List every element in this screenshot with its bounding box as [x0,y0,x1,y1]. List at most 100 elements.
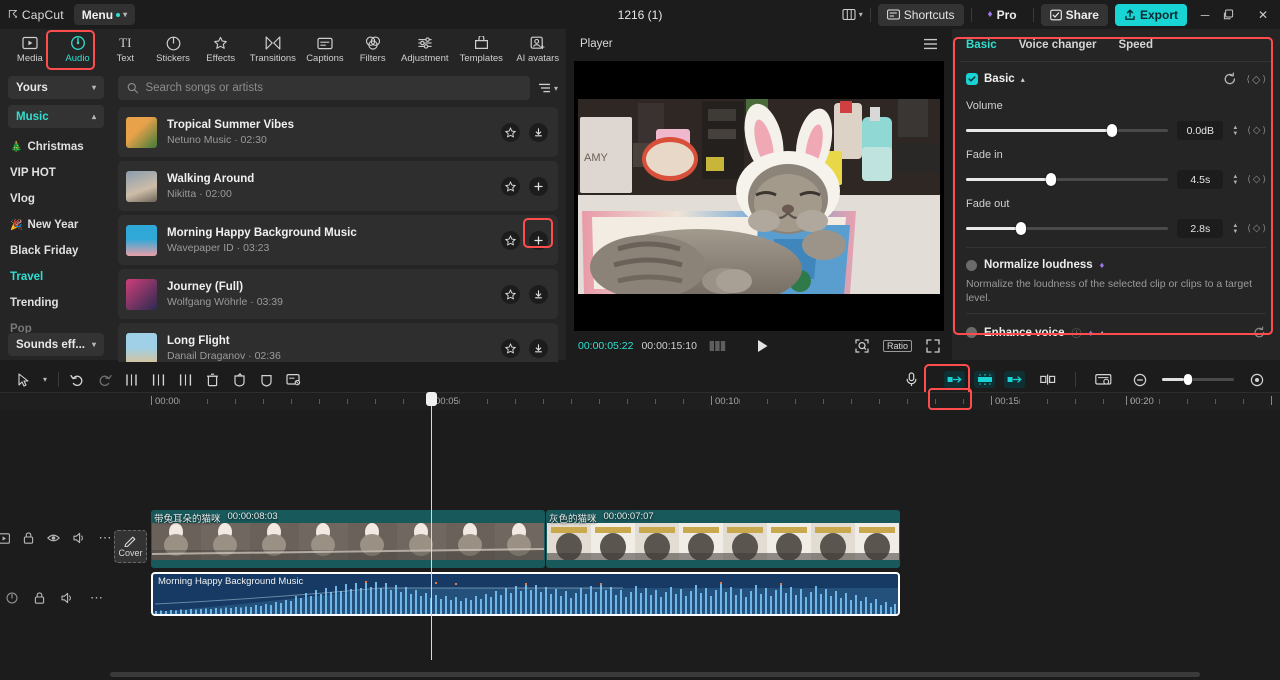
favorite-button[interactable] [501,122,520,142]
chevron-up-icon[interactable]: ▴ [1100,328,1104,337]
download-button[interactable] [529,338,548,358]
download-button[interactable] [529,284,548,304]
minimize-button[interactable]: ─ [1194,8,1216,22]
slider-thumb[interactable] [1106,124,1117,137]
close-button[interactable]: ✕ [1252,8,1274,22]
category-item-christmas[interactable]: 🎄 Christmas [8,134,104,160]
nav-item-stickers[interactable]: Stickers [149,30,197,69]
playhead-handle[interactable] [426,392,437,406]
category-item-new-year[interactable]: 🎉 New Year [8,212,104,238]
keyframe-controls[interactable]: ⟨ ◇ ⟩ [1247,73,1267,86]
crop-button[interactable] [280,366,307,393]
filter-button[interactable]: ▾ [538,82,558,94]
fade-out-stepper[interactable]: ▲ ▼ [1232,223,1238,235]
more-icon[interactable]: ⋯ [99,530,113,546]
fade-in-value[interactable]: 4.5s [1177,170,1224,189]
category-sound-effects-dropdown[interactable]: Sounds eff... ▾ [8,333,104,356]
trim-left-button[interactable] [145,366,172,393]
mute-icon[interactable] [72,532,86,544]
shortcuts-button[interactable]: Shortcuts [877,3,964,26]
category-item-travel[interactable]: Travel [8,264,104,290]
share-button[interactable]: Share [1040,3,1108,26]
menu-button[interactable]: Menu ▾ [73,4,136,25]
audio-track-icon[interactable] [6,592,18,604]
eye-icon[interactable] [46,533,60,543]
category-item-trending[interactable]: Trending [8,290,104,316]
category-music-dropdown[interactable]: Music ▴ [8,105,104,128]
trim-right-button[interactable] [172,366,199,393]
fade-in-keyframe-controls[interactable]: ⟨ ◇ ⟩ [1247,174,1266,185]
list-item[interactable]: Morning Happy Background Music Wavepaper… [118,215,558,265]
enhance-voice-row[interactable]: Enhance voice ⓘ ♦ ▴ [966,325,1266,340]
select-tool-dropdown[interactable]: ▾ [37,366,53,393]
fade-in-stepper[interactable]: ▲ ▼ [1232,174,1238,186]
fade-in-slider[interactable] [966,173,1169,186]
enhance-toggle[interactable] [966,327,977,339]
split-marker-button[interactable] [1034,366,1061,393]
normalize-toggle[interactable] [966,259,977,271]
select-tool-button[interactable] [10,366,37,393]
split-button[interactable] [118,366,145,393]
fade-out-slider[interactable] [966,222,1169,235]
nav-item-templates[interactable]: Templates [453,30,509,69]
timeline-zoom-slider[interactable] [1162,374,1234,385]
play-button[interactable] [756,339,769,353]
video-clip[interactable]: 灰色的猫咪 00:00:07:07 [546,510,900,568]
zoom-out-button[interactable] [1126,366,1153,393]
info-icon[interactable]: ⓘ [1072,325,1082,340]
slider-thumb[interactable] [1184,374,1192,385]
normalize-loudness-row[interactable]: Normalize loudness ♦ [966,259,1266,271]
nav-item-media[interactable]: Media [6,30,54,69]
category-item-black-friday[interactable]: Black Friday [8,238,104,264]
nav-item-text[interactable]: TI Text [101,30,149,69]
pro-button[interactable]: ♦ Pro [979,4,1026,26]
download-button[interactable] [529,122,548,142]
volume-stepper[interactable]: ▲ ▼ [1232,125,1238,137]
preview-toggle-button[interactable] [1090,366,1117,393]
nav-item-captions[interactable]: Captions [301,30,349,69]
mute-icon[interactable] [61,592,74,604]
lock-icon[interactable] [23,532,34,544]
nav-item-adjustment[interactable]: Adjustment [397,30,453,69]
category-yours-dropdown[interactable]: Yours ▾ [8,76,104,99]
undo-button[interactable] [64,366,91,393]
ratio-button[interactable]: Ratio [882,339,912,352]
favorite-button[interactable] [501,176,520,196]
timeline-horizontal-scrollbar[interactable] [110,672,1200,677]
video-clip[interactable]: 带兔耳朵的猫咪 00:00:08:03 [151,510,545,568]
list-item[interactable]: Journey (Full) Wolfgang Wöhrle · 03:39 [118,269,558,319]
slider-thumb[interactable] [1045,173,1056,186]
volume-slider[interactable] [966,124,1169,137]
playhead[interactable] [426,392,437,660]
track-thumbnail-icon[interactable] [0,532,10,544]
list-item[interactable]: Walking Around Nikitta · 02:00 [118,161,558,211]
volume-keyframe-controls[interactable]: ⟨ ◇ ⟩ [1247,125,1266,136]
nav-item-filters[interactable]: Filters [349,30,397,69]
freeze-button[interactable] [253,366,280,393]
layout-button[interactable]: ▾ [842,8,863,21]
favorite-button[interactable] [501,230,520,250]
tab-speed[interactable]: Speed [1118,39,1153,51]
lock-icon[interactable] [34,592,45,604]
nav-item-effects[interactable]: Effects [197,30,245,69]
auto-cut-right-button[interactable] [1004,371,1025,388]
fade-out-value[interactable]: 2.8s [1177,219,1224,238]
audio-clip[interactable]: Morning Happy Background Music [151,572,900,616]
zoom-in-button[interactable] [1243,366,1270,393]
video-stage[interactable]: AMY [574,61,944,331]
favorite-button[interactable] [501,284,520,304]
category-item-vip-hot[interactable]: VIP HOT [8,160,104,186]
list-item[interactable]: Tropical Summer Vibes Netuno Music · 02:… [118,107,558,157]
reset-button[interactable] [1223,72,1237,86]
nav-item-audio[interactable]: Audio [54,30,102,69]
basic-checkbox[interactable] [966,73,978,85]
add-to-timeline-button[interactable] [529,176,548,196]
frames-button[interactable] [709,340,726,352]
cover-button[interactable]: Cover [114,530,147,563]
zoom-fit-button[interactable] [855,338,869,353]
more-icon[interactable]: ⋯ [90,590,104,606]
auto-cut-left-button[interactable] [944,371,965,388]
search-input[interactable] [145,82,521,94]
mirror-button[interactable] [226,366,253,393]
timeline-ruler[interactable]: 00:00 00:05 00:10 00:15 00:20 [0,392,1280,410]
